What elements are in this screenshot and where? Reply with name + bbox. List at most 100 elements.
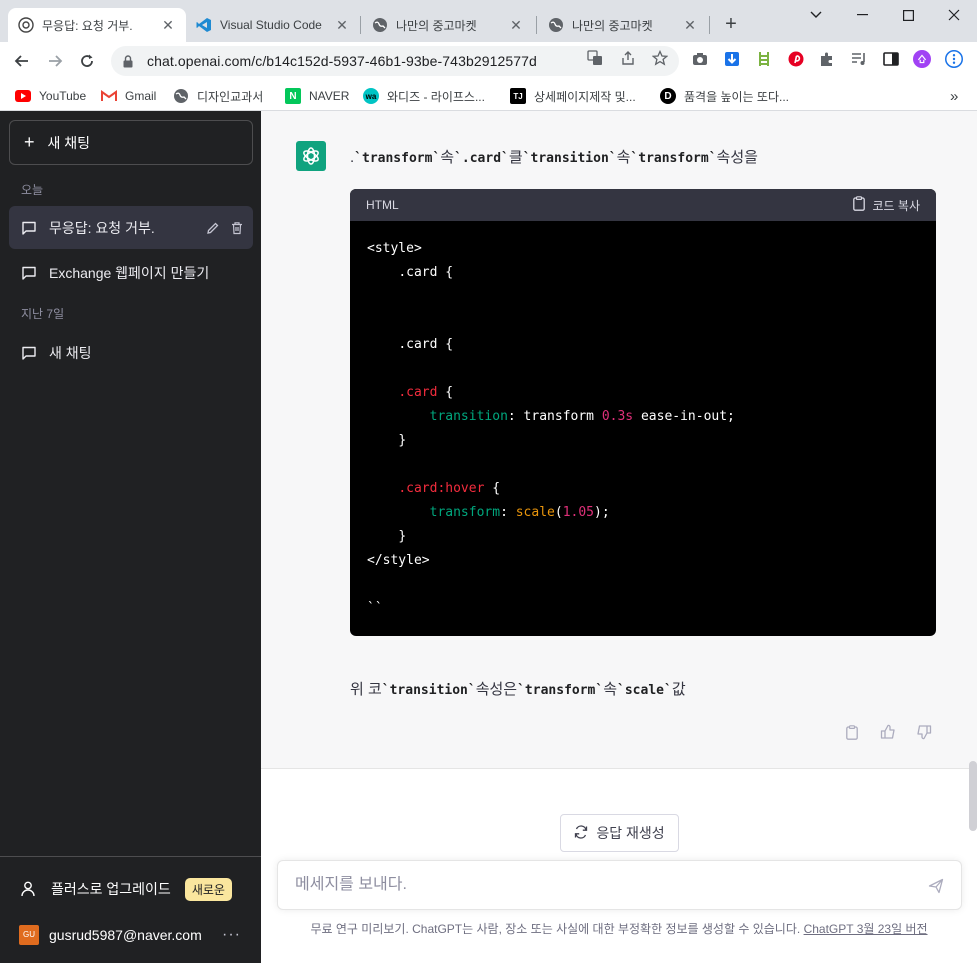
conversation-item[interactable]: 새 채팅 — [9, 331, 253, 374]
code-text: ( — [554, 505, 563, 520]
conversation-item[interactable]: Exchange 웹페이지 만들기 — [9, 251, 253, 294]
bookmark-star-icon[interactable] — [651, 49, 669, 67]
url-text: chat.openai.com/c/b14c152d-5937-46b1-93b… — [147, 53, 537, 69]
code-line: } — [398, 433, 407, 448]
thumbs-up-icon[interactable] — [879, 723, 897, 741]
copy-message-icon[interactable] — [843, 723, 861, 741]
gmail-icon — [101, 88, 117, 104]
profile-avatar-icon[interactable] — [913, 50, 931, 68]
text-fragment: 속 — [616, 149, 631, 166]
chrome-menu-icon[interactable] — [945, 50, 963, 68]
text-fragment: 속 — [440, 149, 455, 166]
camera-extension-icon[interactable] — [691, 50, 709, 68]
text-fragment: 속성을 — [716, 149, 758, 166]
regenerate-button[interactable]: 응답 재생성 — [560, 814, 679, 852]
user-menu-button[interactable]: GU gusrud5987@naver.com ··· — [9, 913, 253, 956]
copy-code-button[interactable]: 코드 복사 — [852, 196, 920, 214]
close-window-icon[interactable] — [931, 0, 977, 30]
inline-code: `.card` — [454, 151, 509, 166]
tab-chatgpt[interactable]: 무응답: 요청 거부. ✕ — [8, 8, 186, 42]
close-tab-icon[interactable]: ✕ — [160, 17, 176, 33]
minimize-icon[interactable] — [839, 0, 885, 30]
bookmark-youtube[interactable]: YouTube — [15, 85, 86, 107]
close-tab-icon[interactable]: ✕ — [682, 17, 698, 33]
code-text: { — [437, 385, 454, 400]
bookmark-gmail[interactable]: Gmail — [101, 85, 156, 107]
forward-icon[interactable] — [42, 48, 68, 74]
more-options-icon[interactable]: ··· — [222, 926, 241, 944]
edit-pencil-icon[interactable] — [205, 220, 221, 236]
text-fragment: 값 — [671, 681, 686, 698]
tab-market-1[interactable]: 나만의 중고마켓 ✕ — [362, 8, 534, 42]
back-icon[interactable] — [9, 48, 35, 74]
code-text: ); — [594, 505, 610, 520]
bookmark-wadiz[interactable]: wa 와디즈 - 라이프스... — [363, 85, 485, 107]
send-icon[interactable] — [927, 877, 945, 895]
code-line: } — [398, 529, 407, 544]
conversation-title: Exchange 웹페이지 만들기 — [49, 264, 210, 281]
plus-icon: + — [24, 132, 35, 152]
tab-vscode[interactable]: Visual Studio Code ✕ — [186, 8, 360, 42]
bookmark-label: Gmail — [125, 89, 157, 103]
release-notes-link[interactable]: ChatGPT 3월 23일 버전 — [804, 922, 928, 936]
conversation-title: 새 채팅 — [49, 344, 92, 361]
pinterest-icon[interactable] — [787, 50, 805, 68]
conversation-item[interactable]: 무응답: 요청 거부. — [9, 206, 253, 249]
maximize-icon[interactable] — [885, 0, 931, 30]
naver-icon: N — [285, 88, 301, 104]
code-block: HTML 코드 복사 <style> .card { .card { .card… — [350, 189, 936, 636]
section-today: 오늘 — [21, 183, 44, 197]
side-panel-icon[interactable] — [882, 50, 900, 68]
inline-code: `scale` — [617, 683, 672, 698]
new-tab-button[interactable]: + — [720, 14, 742, 36]
lock-icon[interactable] — [123, 54, 137, 68]
tab-market-2[interactable]: 나만의 중고마켓 ✕ — [538, 8, 708, 42]
chat-bubble-icon — [21, 265, 37, 281]
inline-code: `transform` — [354, 151, 441, 166]
assistant-message: .`transform`속`.card`클`transition`속`trans… — [261, 111, 977, 769]
d-icon: D — [660, 88, 676, 104]
inline-code: `transform` — [630, 151, 717, 166]
bookmark-design[interactable]: 디자인교과서 — [173, 85, 263, 107]
translate-icon[interactable] — [586, 49, 604, 67]
bookmark-d[interactable]: D 품격을 높이는 또다... — [660, 85, 789, 107]
message-input[interactable] — [295, 876, 895, 894]
tab-title: 나만의 중고마켓 — [396, 18, 477, 33]
close-tab-icon[interactable]: ✕ — [334, 17, 350, 33]
close-tab-icon[interactable]: ✕ — [508, 17, 524, 33]
media-control-icon[interactable] — [850, 50, 868, 68]
download-extension-icon[interactable] — [723, 50, 741, 68]
share-icon[interactable] — [619, 49, 637, 67]
bookmark-label: YouTube — [39, 89, 87, 103]
code-line: </style> — [367, 553, 430, 568]
disclaimer: 무료 연구 미리보기. ChatGPT는 사람, 장소 또는 사실에 대한 부정… — [261, 920, 977, 937]
bookmark-naver[interactable]: N NAVER — [285, 85, 349, 107]
trash-icon[interactable] — [229, 220, 245, 236]
conversation-title: 무응답: 요청 거부. — [49, 219, 155, 236]
scrollbar-thumb[interactable] — [969, 761, 977, 831]
bookmarks-bar: YouTube Gmail 디자인교과서 N NAVER wa 와디즈 - 라이… — [0, 80, 977, 111]
sidebar: + 새 채팅 오늘 무응답: 요청 거부. Exchange 웹페이지 만들기 … — [0, 111, 261, 963]
tab-divider — [360, 16, 361, 34]
extensions-puzzle-icon[interactable] — [818, 50, 836, 68]
ladder-extension-icon[interactable] — [755, 50, 773, 68]
bookmark-detail-page[interactable]: TJ 상세페이지제작 및... — [510, 85, 636, 107]
clipboard-icon — [852, 196, 865, 214]
code-text: ease-in-out; — [633, 409, 735, 424]
bookmarks-overflow-button[interactable]: » — [950, 85, 958, 107]
regenerate-label: 응답 재생성 — [596, 825, 665, 841]
chatgpt-logo-icon — [296, 141, 326, 171]
thumbs-down-icon[interactable] — [915, 723, 933, 741]
chat-bubble-icon — [21, 220, 37, 236]
new-chat-button[interactable]: + 새 채팅 — [9, 120, 253, 165]
code-function: scale — [515, 505, 555, 520]
reload-icon[interactable] — [74, 48, 100, 74]
message-outro-line: 위 코`transition`속성은`transform`속`scale`값 — [350, 678, 686, 699]
code-line: .card { — [398, 337, 454, 352]
code-selector: .card:hover — [398, 481, 485, 496]
globe-icon — [548, 17, 564, 33]
globe-icon — [372, 17, 388, 33]
upgrade-plus-button[interactable]: 플러스로 업그레이드 새로운 — [9, 869, 253, 909]
tab-search-icon[interactable] — [793, 0, 839, 30]
inline-code: `transition` — [522, 151, 617, 166]
